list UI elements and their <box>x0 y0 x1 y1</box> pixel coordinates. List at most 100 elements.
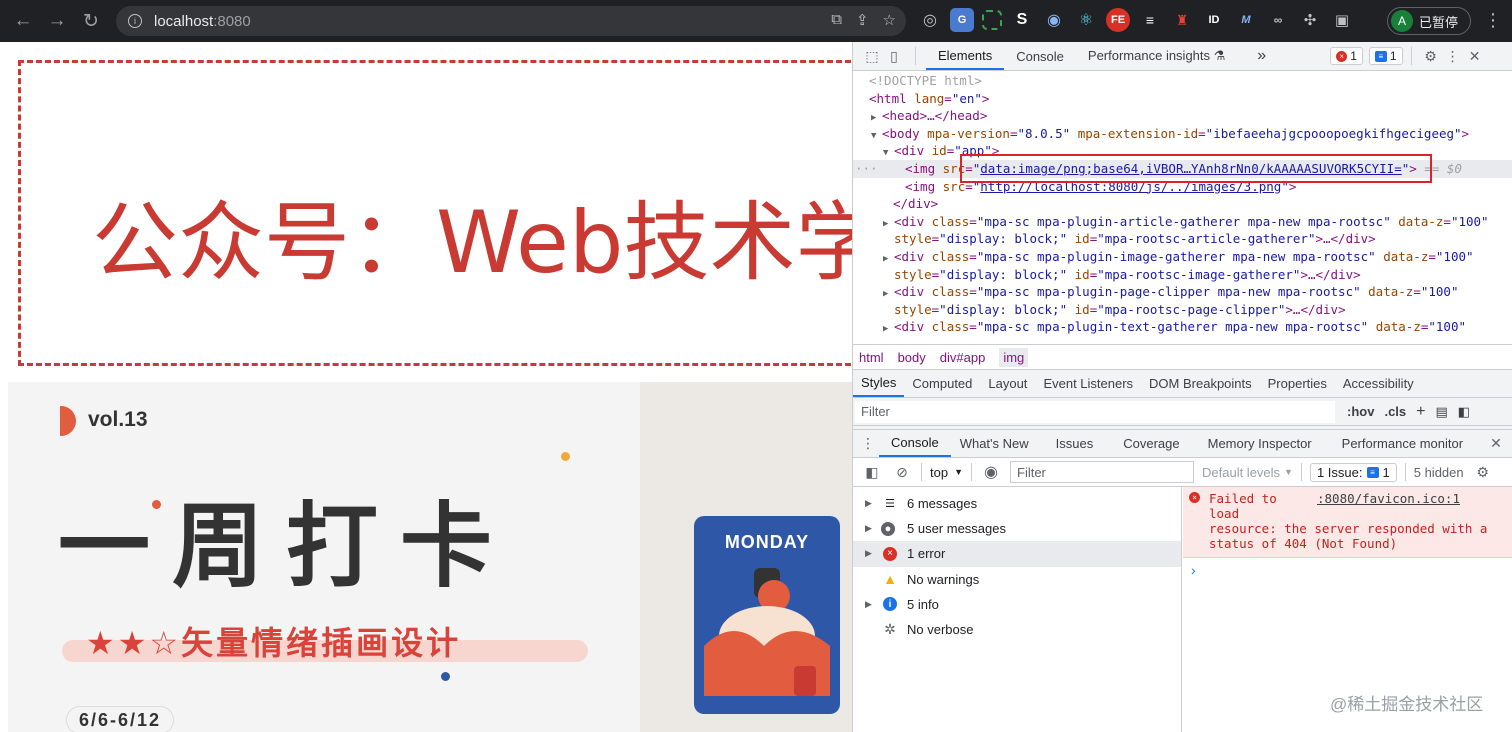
drawer-tab-memory-inspector[interactable]: Memory Inspector <box>1192 430 1328 457</box>
dom-plugin-text[interactable]: ▶ <div class="mpa-sc mpa-plugin-text-gath… <box>853 318 1512 336</box>
issues-badge[interactable]: 1 Issue: ≡ 1 <box>1309 462 1397 482</box>
console-sidebar-icon[interactable]: ◧ <box>861 461 883 483</box>
console-filter-input[interactable]: Filter <box>1010 461 1194 483</box>
extension-id-icon[interactable]: ID <box>1202 8 1226 32</box>
tab-styles[interactable]: Styles <box>853 370 905 397</box>
context-select[interactable]: top ▼ <box>930 465 963 480</box>
extension-fe-icon[interactable]: FE <box>1106 8 1130 32</box>
side-panel-icon[interactable]: ▣ <box>1330 8 1354 32</box>
error-source-link[interactable]: :8080/favicon.ico:1 <box>1317 491 1460 506</box>
tab-accessibility[interactable]: Accessibility <box>1335 370 1422 397</box>
back-icon[interactable]: ← <box>6 4 40 38</box>
extension-translate-icon[interactable]: G <box>950 8 974 32</box>
inspect-element-icon[interactable]: ⬚ <box>861 45 883 67</box>
poster-date: 6/6-6/12 <box>66 706 175 732</box>
clear-console-icon[interactable]: ⊘ <box>891 461 913 483</box>
info-count-badge[interactable]: ≡ 1 <box>1368 47 1403 65</box>
console-settings-gear-icon[interactable]: ⚙ <box>1472 461 1494 483</box>
divider <box>971 463 972 481</box>
extension-s-icon[interactable]: S <box>1010 8 1034 32</box>
dom-doctype[interactable]: <!DOCTYPE html> <box>853 72 1512 90</box>
tab-performance-insights[interactable]: Performance insights ⚗ <box>1076 42 1237 70</box>
sidebar-item-verbose[interactable]: ✲ No verbose <box>853 617 1181 642</box>
breadcrumb-html[interactable]: html <box>859 350 884 365</box>
tab-dom-breakpoints[interactable]: DOM Breakpoints <box>1141 370 1260 397</box>
dom-plugin-clipper[interactable]: ▶ <div class="mpa-sc mpa-plugin-page-clip… <box>853 283 1512 301</box>
tab-console[interactable]: Console <box>1004 42 1076 70</box>
extension-m-icon[interactable]: M <box>1234 8 1258 32</box>
sidebar-item-info[interactable]: ▶ i 5 info <box>853 592 1181 617</box>
extension-glasses-icon[interactable]: ∞ <box>1266 8 1290 32</box>
breadcrumb-body[interactable]: body <box>898 350 926 365</box>
cls-toggle[interactable]: .cls <box>1384 404 1406 419</box>
device-toolbar-icon[interactable]: ▯ <box>883 45 905 67</box>
extension-crop-icon[interactable] <box>982 10 1002 30</box>
extensions-puzzle-icon[interactable]: ✣ <box>1298 8 1322 32</box>
translate-icon[interactable]: ⧉ <box>831 11 842 29</box>
poster-dot-yellow <box>561 452 570 461</box>
reload-icon[interactable]: ↻ <box>74 4 108 38</box>
sidebar-item-warnings[interactable]: ▲ No warnings <box>853 567 1181 592</box>
drawer-tab-console[interactable]: Console <box>879 430 951 457</box>
forward-icon[interactable]: → <box>40 4 74 38</box>
console-prompt[interactable]: › <box>1183 558 1512 582</box>
toggle-sidebar-icon[interactable]: ◧ <box>1458 404 1470 420</box>
address-bar[interactable]: i localhost:8080 ⧉ ⇪ ☆ <box>116 6 906 36</box>
styles-filter-row: Filter :hov .cls + ▤ ◧ <box>853 398 1512 426</box>
extension-circle-icon[interactable]: ◉ <box>1042 8 1066 32</box>
computed-styles-icon[interactable]: ▤ <box>1435 404 1447 420</box>
sidebar-item-messages[interactable]: ▶ ☰ 6 messages <box>853 491 1181 516</box>
issues-icon: ≡ <box>1366 466 1379 478</box>
dom-html[interactable]: <html lang="en"> <box>853 90 1512 108</box>
settings-gear-icon[interactable]: ⚙ <box>1420 45 1442 67</box>
live-expression-eye-icon[interactable]: ◉ <box>980 461 1002 483</box>
more-tabs-icon[interactable]: » <box>1245 42 1278 70</box>
drawer-tab-coverage[interactable]: Coverage <box>1111 430 1191 457</box>
dom-div-close[interactable]: </div> <box>853 195 1512 213</box>
error-count-badge[interactable]: × 1 <box>1330 47 1363 65</box>
dom-plugin-image[interactable]: ▶ <div class="mpa-sc mpa-plugin-image-gat… <box>853 248 1512 266</box>
tab-event-listeners[interactable]: Event Listeners <box>1035 370 1141 397</box>
tab-computed[interactable]: Computed <box>904 370 980 397</box>
devtools-menu-icon[interactable]: ⋮ <box>1442 45 1464 67</box>
drawer-menu-icon[interactable]: ⋮ <box>857 433 879 455</box>
add-rule-icon[interactable]: + <box>1416 403 1425 421</box>
close-devtools-icon[interactable]: ✕ <box>1464 45 1486 67</box>
dom-img-url[interactable]: <img src="http://localhost:8080/js/../im… <box>853 178 1512 196</box>
profile-button[interactable]: A 已暂停 <box>1387 7 1471 35</box>
hov-toggle[interactable]: :hov <box>1347 404 1374 419</box>
drawer-tab-performance-monitor[interactable]: Performance monitor <box>1328 430 1477 457</box>
error-text-rest: resource: the server responded with a st… <box>1209 521 1488 551</box>
poster-dot-blue <box>441 672 450 681</box>
dom-plugin-clipper-cont: style="display: block;" id="mpa-rootsc-p… <box>894 301 1346 317</box>
breadcrumb-img[interactable]: img <box>999 347 1029 367</box>
drawer-tab-issues[interactable]: Issues <box>1038 430 1112 457</box>
tab-elements[interactable]: Elements <box>926 42 1005 70</box>
log-levels-select[interactable]: Default levels ▼ <box>1202 465 1293 480</box>
dom-body[interactable]: ▼ <body mpa-version="8.0.5" mpa-extension… <box>853 125 1512 143</box>
drawer-tab-whats-new[interactable]: What's New <box>951 430 1038 457</box>
dom-head[interactable]: ▶ <head>…</head> <box>853 107 1512 125</box>
extension-react-icon[interactable]: ⚛ <box>1074 8 1098 32</box>
extension-stack-icon[interactable]: ≡ <box>1138 8 1162 32</box>
dom-plugin-article[interactable]: ▶ <div class="mpa-sc mpa-plugin-article-g… <box>853 213 1512 231</box>
dom-plugin-article-cont: style="display: block;" id="mpa-rootsc-a… <box>894 231 1376 247</box>
dom-img-base64[interactable]: ··· <img src="data:image/png;base64,iVBOR… <box>853 159 1512 178</box>
tab-layout[interactable]: Layout <box>980 370 1035 397</box>
bookmark-star-icon[interactable]: ☆ <box>883 11 896 29</box>
watermark: @稀土掘金技术社区 <box>1330 695 1484 714</box>
sidebar-item-user-messages[interactable]: ▶ ● 5 user messages <box>853 516 1181 541</box>
breadcrumb-div-app[interactable]: div#app <box>940 350 986 365</box>
tab-properties[interactable]: Properties <box>1260 370 1335 397</box>
extension-target-icon[interactable]: ◎ <box>918 8 942 32</box>
error-icon: × <box>1189 492 1200 503</box>
share-icon[interactable]: ⇪ <box>856 11 869 29</box>
console-error-message[interactable]: × Failed to load resource: the server re… <box>1183 487 1512 558</box>
close-drawer-icon[interactable]: ✕ <box>1485 433 1507 455</box>
browser-menu-icon[interactable]: ⋮ <box>1484 10 1502 31</box>
site-info-icon[interactable]: i <box>128 14 142 28</box>
styles-filter-input[interactable]: Filter <box>855 400 1335 423</box>
sidebar-item-errors[interactable]: ▶ × 1 error <box>853 541 1181 567</box>
dom-div-app[interactable]: ▼ <div id="app"> <box>853 142 1512 160</box>
extension-figure-icon[interactable]: ♜ <box>1170 8 1194 32</box>
